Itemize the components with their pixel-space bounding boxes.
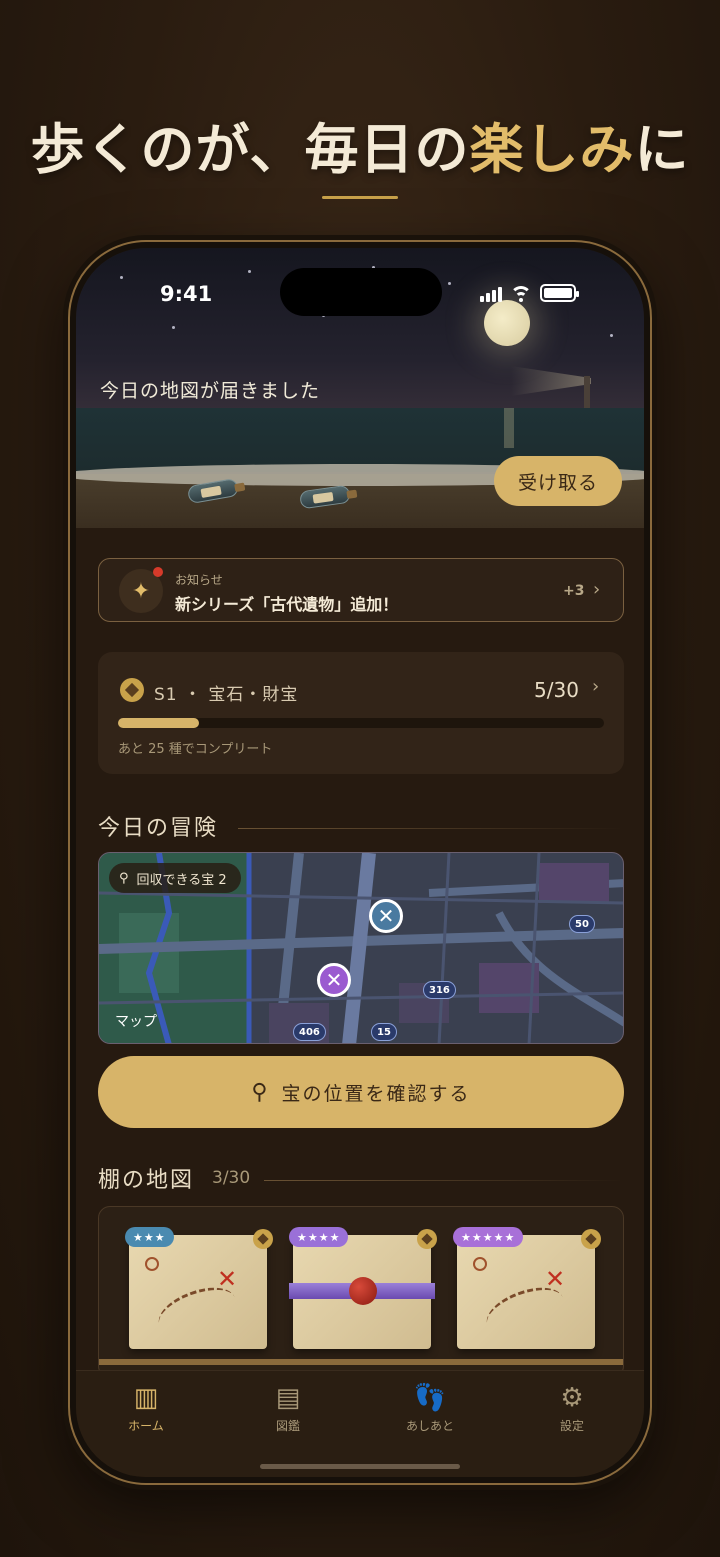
chevron-right-icon: › [593,579,601,600]
phone-frame: 9:41 今日の地図が届きました 受け取る ✦ お知らせ 新シリーズ「古代遺物」… [68,240,652,1485]
apple-maps-attribution: マップ [115,1011,157,1031]
gear-icon: ⚙ [560,1383,584,1413]
star-rank-badge: ★★★ [125,1227,174,1247]
wax-seal-icon [349,1277,377,1305]
treasure-pin-icon: ⚲ [251,1079,270,1104]
shelf-map-card[interactable]: ★★★ ✕ [125,1227,273,1349]
tab-home-label: ホーム [128,1419,164,1433]
signal-icon [480,287,502,302]
tab-encyclopedia-label: 図鑑 [275,1419,300,1433]
unread-dot [153,567,163,577]
gem-icon [581,1229,601,1249]
map-icon: ▥ [133,1383,159,1413]
adventure-map[interactable]: ⚲ 回収できる宝 2 ✕ ✕ 50 316 406 15 マップ [98,852,624,1044]
route-shield: 50 [569,915,595,933]
series-progress-card[interactable]: S1 ・ 宝石・財宝 5/30 › あと 25 種でコンプリート [98,652,624,774]
wifi-icon [510,286,532,302]
headline-accent: 楽しみ [469,118,635,181]
headline-part2: に [634,118,690,181]
headline-part1: 歩くのが、毎日の [30,118,470,181]
notice-label: お知らせ [175,573,223,587]
shelf-ledge [99,1359,623,1365]
series-count: 5/30 [534,678,579,702]
tab-encyclopedia[interactable]: ▤ 図鑑 [248,1383,328,1434]
footprints-icon: 👣 [413,1383,447,1413]
star-rank-badge: ★★★★ [289,1227,349,1247]
route-shield: 406 [293,1023,326,1041]
shelf-title: 棚の地図 [98,1168,195,1193]
treasure-marker[interactable]: ✕ [369,899,403,933]
book-icon: ▤ [275,1383,301,1413]
status-time: 9:41 [160,282,213,306]
treasure-x-icon: ✕ [545,1265,566,1293]
treasure-marker[interactable]: ✕ [317,963,351,997]
hero-banner: 9:41 今日の地図が届きました 受け取る [76,248,644,528]
notice-card[interactable]: ✦ お知らせ 新シリーズ「古代遺物」追加！ +3 › [98,558,624,622]
series-progress-track [118,718,604,728]
tab-footprints[interactable]: 👣 あしあと [390,1383,470,1434]
treasure-x-icon: ✕ [217,1265,238,1293]
confirm-treasure-label: 宝の位置を確認する [281,1083,471,1105]
collectible-badge-label: 回収できる宝 2 [136,872,227,888]
collectible-badge: ⚲ 回収できる宝 2 [109,863,241,893]
chevron-right-icon: › [592,676,600,697]
shelf-map-card[interactable]: ★★★★★ ✕ [453,1227,601,1349]
star [248,270,251,273]
confirm-treasure-button[interactable]: ⚲ 宝の位置を確認する [98,1056,624,1128]
star [172,326,175,329]
map-shelf: ★★★ ✕ ★★★★ ★★★★★ ✕ [98,1206,624,1378]
maps-label: マップ [115,1014,157,1030]
dynamic-island [280,268,442,316]
shelf-count: 3/30 [212,1168,251,1188]
series-progress-fill [118,718,200,728]
treasure-pin-icon: ⚲ [119,870,129,886]
notice-title: 新シリーズ「古代遺物」追加！ [175,595,399,614]
tab-footprints-label: あしあと [405,1419,454,1433]
gem-icon [253,1229,273,1249]
tab-settings-label: 設定 [559,1419,584,1433]
shelf-map-card[interactable]: ★★★★ [289,1227,437,1349]
gem-icon [417,1229,437,1249]
adventure-title: 今日の冒険 [98,816,219,841]
compass-icon [145,1257,159,1271]
tab-settings[interactable]: ⚙ 設定 [532,1383,612,1434]
tab-bar: ▥ ホーム ▤ 図鑑 👣 あしあと ⚙ 設定 [76,1370,644,1477]
receive-button[interactable]: 受け取る [494,456,622,506]
tab-home[interactable]: ▥ ホーム [106,1383,186,1434]
section-divider [264,1180,624,1181]
headline-divider [322,196,398,199]
series-remaining: あと 25 種でコンプリート [118,742,273,757]
battery-icon [540,284,579,302]
home-indicator [260,1464,460,1469]
star-rank-badge: ★★★★★ [453,1227,524,1247]
status-icons [480,284,579,302]
notice-count: +3 [563,583,585,599]
star [448,282,451,285]
star [120,276,123,279]
route-shield: 316 [423,981,456,999]
compass-icon [473,1257,487,1271]
series-gem-icon [120,678,144,702]
star [610,334,613,337]
section-divider [238,828,624,829]
app-screen: 9:41 今日の地図が届きました 受け取る ✦ お知らせ 新シリーズ「古代遺物」… [76,248,644,1477]
moon-reflection [504,408,514,448]
lighthouse-icon [584,376,590,412]
hero-message: 今日の地図が届きました [100,380,321,402]
lighthouse-beam [511,366,591,396]
headline: 歩くのが、毎日の楽しみに [0,105,720,184]
route-shield: 15 [371,1023,397,1041]
moon-icon [484,300,530,346]
series-name: S1 ・ 宝石・財宝 [154,685,299,705]
